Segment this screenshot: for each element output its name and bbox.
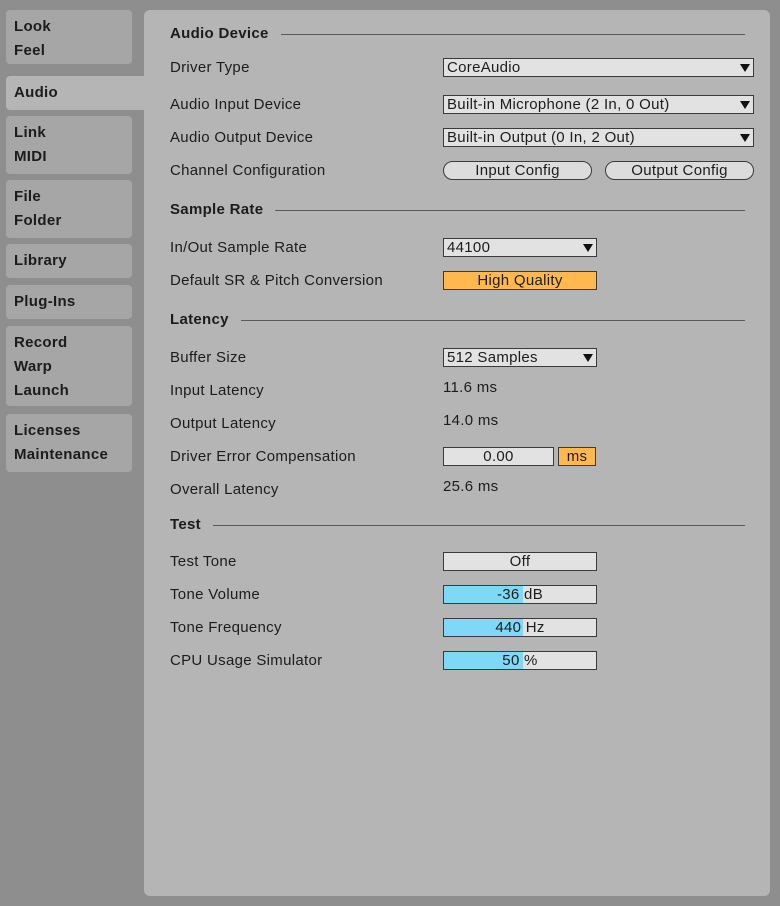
audio-output-device-label: Audio Output Device [170,129,314,146]
section-divider [240,319,745,321]
dropdown-arrow-icon [740,134,750,142]
section-latency: Latency [170,309,745,331]
section-divider [280,33,745,35]
dropdown-arrow-icon [740,101,750,109]
tab-label: Feel [14,42,46,59]
driver-error-compensation-field[interactable]: 0.00 [443,447,554,466]
overall-latency-value: 25.6 ms [443,478,499,495]
high-quality-toggle[interactable]: High Quality [443,271,597,290]
section-heading: Audio Device [170,25,269,42]
tab-audio[interactable]: Audio [6,76,156,110]
dropdown-value: Built-in Output (0 In, 2 Out) [447,129,635,146]
tab-label: MIDI [14,148,47,165]
tab-link-midi[interactable]: Link MIDI [6,116,132,174]
section-heading: Test [170,516,201,533]
test-tone-label: Test Tone [170,553,237,570]
dropdown-value: 512 Samples [447,349,538,366]
section-audio-device: Audio Device [170,23,745,45]
tab-label: Record [14,334,68,351]
driver-type-dropdown[interactable]: CoreAudio [443,58,754,77]
audio-preferences-panel: Audio Device Driver Type CoreAudio Audio… [144,10,770,896]
tab-look-feel[interactable]: Look Feel [6,10,132,64]
tab-licenses-maintenance[interactable]: Licenses Maintenance [6,414,132,472]
test-tone-toggle[interactable]: Off [443,552,597,571]
sample-rate-label: In/Out Sample Rate [170,239,308,256]
buffer-size-dropdown[interactable]: 512 Samples [443,348,597,367]
tone-frequency-label: Tone Frequency [170,619,282,636]
sample-rate-dropdown[interactable]: 44100 [443,238,597,257]
cpu-usage-simulator-label: CPU Usage Simulator [170,652,323,669]
tab-label: Plug-Ins [14,293,76,310]
dropdown-arrow-icon [583,244,593,252]
section-divider [275,209,745,211]
ms-unit-toggle[interactable]: ms [558,447,596,466]
tab-label: Launch [14,382,70,399]
tab-record-warp-launch[interactable]: Record Warp Launch [6,326,132,406]
pitch-conversion-label: Default SR & Pitch Conversion [170,272,383,289]
dropdown-value: 44100 [447,239,491,256]
audio-input-device-label: Audio Input Device [170,96,302,113]
cpu-usage-simulator-slider[interactable]: 50 % [443,651,597,670]
tone-frequency-slider[interactable]: 440 Hz [443,618,597,637]
channel-configuration-label: Channel Configuration [170,162,326,179]
input-latency-label: Input Latency [170,382,264,399]
audio-output-device-dropdown[interactable]: Built-in Output (0 In, 2 Out) [443,128,754,147]
tab-label: Folder [14,212,62,229]
output-latency-label: Output Latency [170,415,276,432]
output-latency-value: 14.0 ms [443,412,499,429]
dropdown-arrow-icon [740,64,750,72]
buffer-size-label: Buffer Size [170,349,247,366]
section-sample-rate: Sample Rate [170,199,745,221]
tab-label: Audio [14,84,58,101]
tab-label: Licenses [14,422,81,439]
tab-label: Link [14,124,47,141]
slider-value: 440 Hz [495,619,545,636]
dropdown-value: CoreAudio [447,59,521,76]
dropdown-value: Built-in Microphone (2 In, 0 Out) [447,96,670,113]
section-test: Test [170,514,745,536]
output-config-button[interactable]: Output Config [605,161,754,180]
section-heading: Latency [170,311,229,328]
tab-label: File [14,188,42,205]
section-heading: Sample Rate [170,201,264,218]
input-config-button[interactable]: Input Config [443,161,592,180]
audio-input-device-dropdown[interactable]: Built-in Microphone (2 In, 0 Out) [443,95,754,114]
tab-plug-ins[interactable]: Plug-Ins [6,285,132,319]
section-divider [212,524,745,526]
tab-label: Warp [14,358,53,375]
overall-latency-label: Overall Latency [170,481,279,498]
tab-label: Library [14,252,67,269]
tab-library[interactable]: Library [6,244,132,278]
tone-volume-label: Tone Volume [170,586,261,603]
tone-volume-slider[interactable]: -36 dB [443,585,597,604]
tab-label: Maintenance [14,446,109,463]
slider-value: -36 dB [497,586,543,603]
input-latency-value: 11.6 ms [443,379,498,396]
tab-label: Look [14,18,52,35]
tab-file-folder[interactable]: File Folder [6,180,132,238]
slider-value: 50 % [502,652,538,669]
driver-type-label: Driver Type [170,59,250,76]
driver-error-compensation-label: Driver Error Compensation [170,448,356,465]
dropdown-arrow-icon [583,354,593,362]
